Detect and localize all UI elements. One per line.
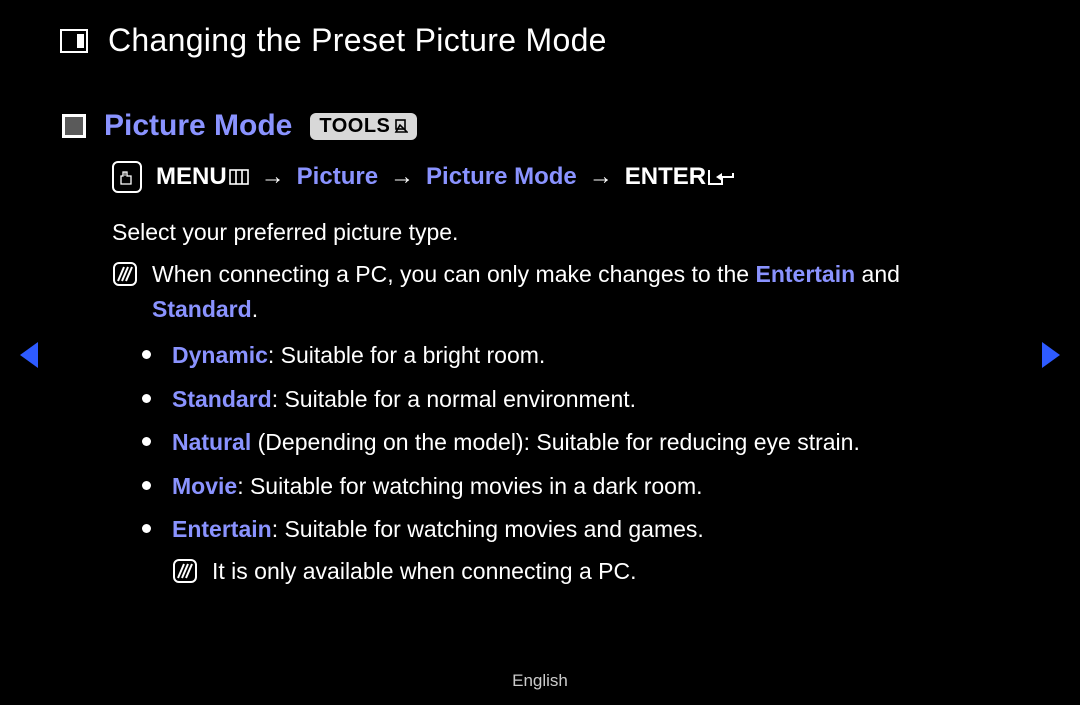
page-title: Changing the Preset Picture Mode <box>108 22 607 59</box>
arrow-3: → <box>589 163 613 191</box>
content-area: Changing the Preset Picture Mode Picture… <box>0 0 1080 590</box>
menu-label: MENU <box>156 163 249 191</box>
tools-label: TOOLS <box>319 115 390 138</box>
tools-badge: TOOLS <box>310 113 417 140</box>
enter-icon <box>708 167 734 187</box>
mode-name: Movie <box>172 473 237 499</box>
intro-text: Select your preferred picture type. <box>112 215 1010 251</box>
note-row: When connecting a PC, you can only make … <box>112 257 1010 328</box>
remote-icon <box>112 161 142 193</box>
book-icon <box>60 29 88 53</box>
square-bullet-icon <box>62 114 86 138</box>
mode-desc: (Depending on the model): Suitable for r… <box>251 429 860 455</box>
note-icon <box>112 261 138 287</box>
note-icon <box>172 558 198 584</box>
next-page-button[interactable] <box>1042 342 1060 368</box>
section-title: Picture Mode <box>104 109 292 143</box>
tools-menu-icon <box>394 119 408 133</box>
list-item: Entertain: Suitable for watching movies … <box>152 512 1010 589</box>
sub-note-text: It is only available when connecting a P… <box>212 554 636 590</box>
triangle-left-icon <box>20 342 38 368</box>
sub-note-row: It is only available when connecting a P… <box>172 554 1010 590</box>
section-header: Picture Mode TOOLS <box>62 109 1010 143</box>
mode-desc: : Suitable for a bright room. <box>268 342 545 368</box>
menu-grid-icon <box>229 169 249 185</box>
language-label: English <box>0 671 1080 691</box>
mode-name: Entertain <box>172 516 272 542</box>
mode-name: Natural <box>172 429 251 455</box>
mode-name: Dynamic <box>172 342 268 368</box>
note-text: When connecting a PC, you can only make … <box>152 257 1010 328</box>
mode-desc: : Suitable for watching movies in a dark… <box>237 473 702 499</box>
body: Select your preferred picture type. When… <box>112 215 1010 590</box>
enter-label: ENTER <box>625 163 734 191</box>
list-item: Standard: Suitable for a normal environm… <box>152 382 1010 418</box>
path-picture-mode: Picture Mode <box>426 163 577 191</box>
mode-desc: : Suitable for a normal environment. <box>272 386 636 412</box>
section: Picture Mode TOOLS <box>62 109 1010 590</box>
prev-page-button[interactable] <box>20 342 38 368</box>
mode-name: Standard <box>172 386 272 412</box>
arrow-1: → <box>261 163 285 191</box>
list-item: Dynamic: Suitable for a bright room. <box>152 338 1010 374</box>
menu-path: MENU → Picture → Picture Mode → ENTER <box>112 161 1010 193</box>
arrow-2: → <box>390 163 414 191</box>
path-picture: Picture <box>297 163 378 191</box>
list-item: Movie: Suitable for watching movies in a… <box>152 469 1010 505</box>
manual-page: Changing the Preset Picture Mode Picture… <box>0 0 1080 705</box>
mode-list: Dynamic: Suitable for a bright room. Sta… <box>112 338 1010 590</box>
triangle-right-icon <box>1042 342 1060 368</box>
mode-desc: : Suitable for watching movies and games… <box>272 516 704 542</box>
list-item: Natural (Depending on the model): Suitab… <box>152 425 1010 461</box>
page-title-row: Changing the Preset Picture Mode <box>60 22 1010 59</box>
